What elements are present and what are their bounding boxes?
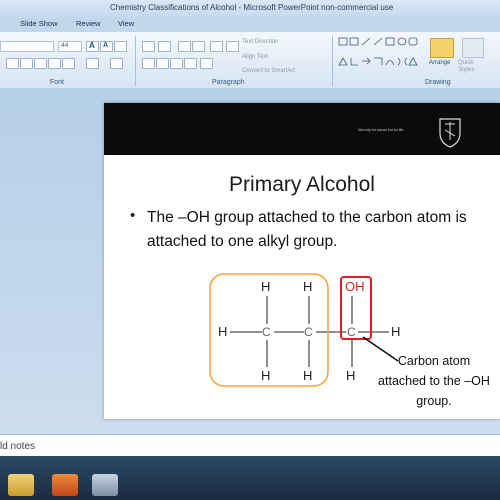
align-text-command[interactable]: Align Text <box>242 54 268 60</box>
slide-canvas[interactable]: Not only for school but for life. Primar… <box>104 103 500 419</box>
decrease-indent-button[interactable] <box>178 41 191 52</box>
arrange-button[interactable]: Arrange <box>429 60 450 66</box>
hydrogen-atom: H <box>261 279 271 294</box>
numbering-button[interactable] <box>158 41 171 52</box>
carbon-atom: C <box>304 325 313 339</box>
ribbon-separator <box>135 36 136 86</box>
callout-text: Carbon atom attached to the –OH group. <box>364 351 500 411</box>
font-color-button[interactable] <box>110 58 123 69</box>
ribbon-separator <box>332 36 333 86</box>
notes-pane[interactable] <box>0 434 500 457</box>
carbon-atom: C <box>347 325 356 339</box>
tab-view[interactable]: View <box>118 19 134 28</box>
align-right-button[interactable] <box>170 58 183 69</box>
hydrogen-atom: H <box>261 368 271 383</box>
align-center-button[interactable] <box>156 58 169 69</box>
font-format-row <box>0 56 130 69</box>
line-spacing-button[interactable] <box>210 41 223 52</box>
explorer-icon[interactable] <box>8 474 34 496</box>
text-direction-command[interactable]: Text Direction <box>242 39 278 45</box>
bullets-button[interactable] <box>142 41 155 52</box>
callout-line: attached to the –OH <box>378 374 490 388</box>
bold-button[interactable] <box>6 58 19 69</box>
strikethrough-button[interactable] <box>48 58 61 69</box>
italic-button[interactable] <box>20 58 33 69</box>
callout-line: group. <box>416 394 452 408</box>
media-icon[interactable] <box>92 474 118 496</box>
shrink-font-button[interactable]: A <box>100 41 113 52</box>
change-case-button[interactable] <box>86 58 99 69</box>
quick-styles-button[interactable]: Quick Styles <box>458 60 484 74</box>
drawing-group-label: Drawing <box>425 79 451 86</box>
powerpoint-icon[interactable] <box>52 474 78 496</box>
grow-font-button[interactable]: A <box>86 41 99 52</box>
paragraph-group-label: Paragraph <box>212 79 245 86</box>
clear-format-button[interactable] <box>114 41 127 52</box>
carbon-atom: C <box>262 325 271 339</box>
notes-placeholder: ld notes <box>0 441 36 452</box>
font-size-combo[interactable]: 44 <box>58 41 82 52</box>
hydrogen-atom: H <box>218 324 228 339</box>
callout-line: Carbon atom <box>397 354 471 368</box>
window-titlebar: Chemistry Classifications of Alcohol - M… <box>0 0 500 18</box>
font-name-combo[interactable] <box>0 41 54 52</box>
hydrogen-atom: H <box>303 279 313 294</box>
tab-review[interactable]: Review <box>76 19 101 28</box>
distribute-button[interactable] <box>200 58 213 69</box>
hydrogen-atom: H <box>346 368 356 383</box>
align-left-button[interactable] <box>142 58 155 69</box>
ribbon: 44 A A Font Text Direction Align Text Co… <box>0 32 500 89</box>
shapes-gallery[interactable] <box>338 36 424 76</box>
underline-button[interactable] <box>34 58 47 69</box>
hydrogen-atom: H <box>303 368 313 383</box>
arrange-icon <box>430 38 454 58</box>
convert-smartart-command[interactable]: Convert to SmartArt <box>242 68 295 74</box>
font-size-value: 44 <box>61 42 69 49</box>
window-title: Chemistry Classifications of Alcohol - M… <box>110 3 394 12</box>
ribbon-tabs: Slide Show Review View <box>0 18 500 32</box>
tab-slide-show[interactable]: Slide Show <box>20 19 58 28</box>
shadow-button[interactable] <box>62 58 75 69</box>
increase-indent-button[interactable] <box>192 41 205 52</box>
justify-button[interactable] <box>184 58 197 69</box>
hydroxyl-label: OH <box>345 279 365 294</box>
paragraph-buttons <box>142 40 239 74</box>
hydrogen-atom: H <box>391 324 401 339</box>
font-group-label: Font <box>50 79 65 86</box>
columns-button[interactable] <box>226 41 239 52</box>
quick-styles-icon <box>462 38 484 58</box>
